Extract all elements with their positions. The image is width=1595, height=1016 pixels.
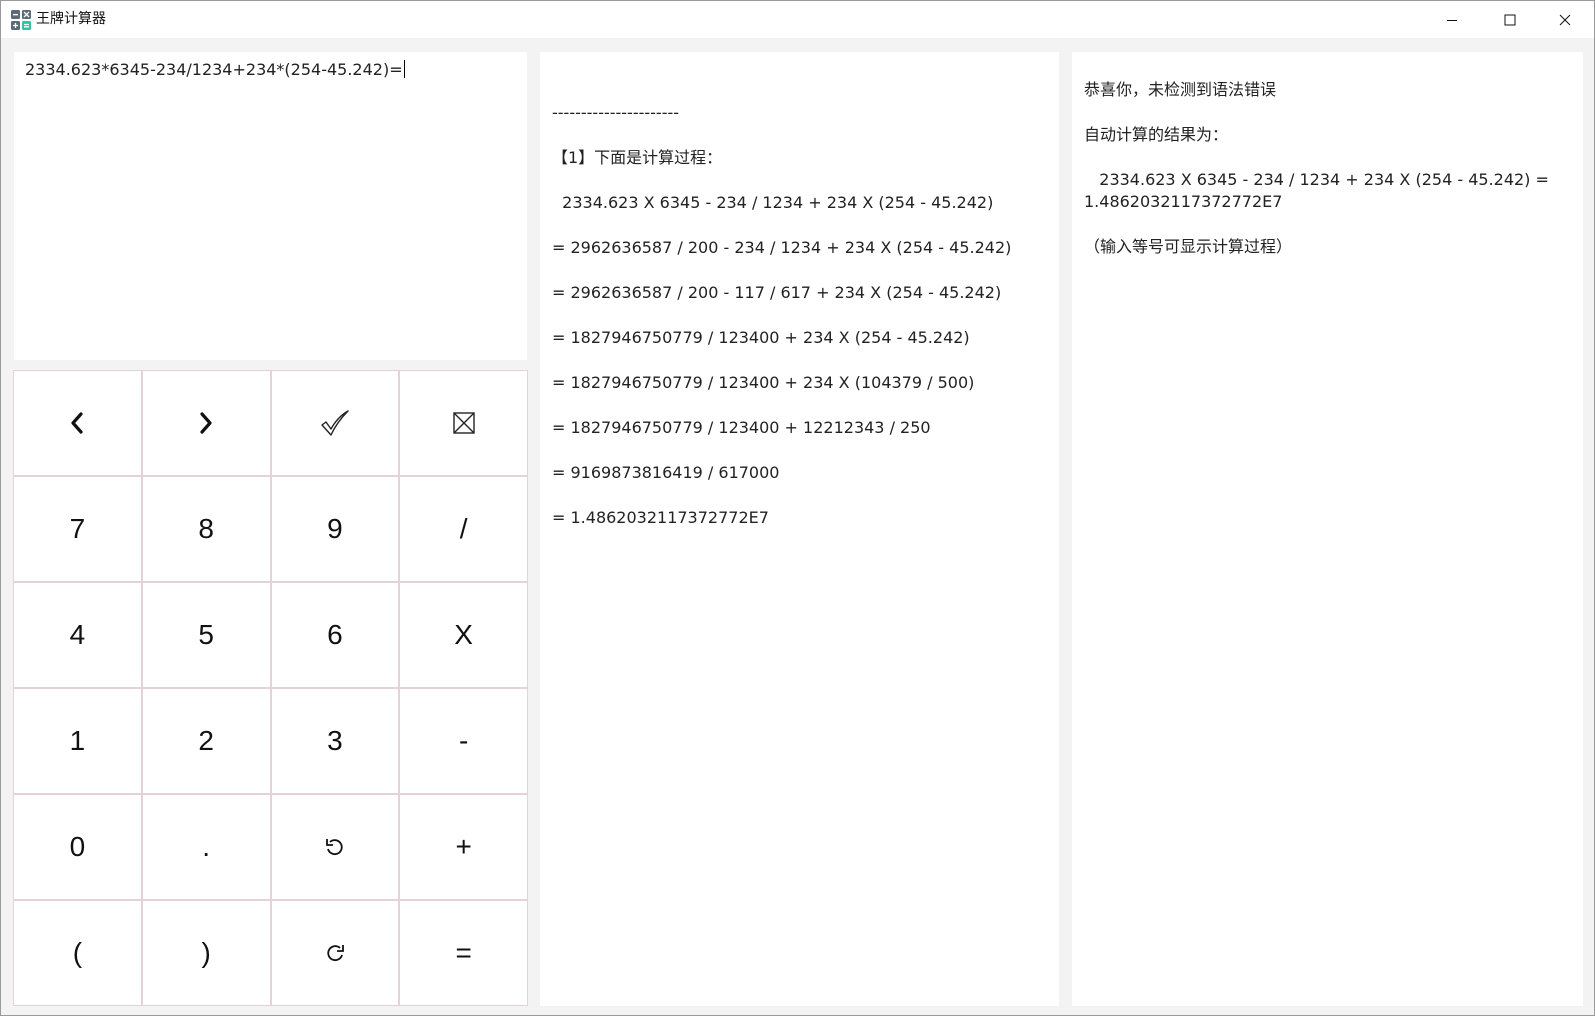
key-5-button[interactable]: 5 bbox=[142, 583, 270, 687]
title-bar: 王牌计算器 bbox=[1, 1, 1594, 38]
check-syntax-button[interactable] bbox=[271, 371, 399, 475]
step-line: = 2962636587 / 200 - 234 / 1234 + 234 X … bbox=[552, 238, 1012, 257]
checkmark-icon bbox=[321, 410, 349, 436]
cursor-right-button[interactable] bbox=[142, 371, 270, 475]
close-paren-button[interactable]: ) bbox=[142, 901, 270, 1005]
syntax-message: 恭喜你，未检测到语法错误 bbox=[1084, 80, 1277, 99]
expression-value: 2334.623*6345-234/1234+234*(254-45.242)= bbox=[25, 60, 403, 79]
key-8-button[interactable]: 8 bbox=[142, 477, 270, 581]
open-paren-button[interactable]: ( bbox=[14, 901, 141, 1005]
key-1-button[interactable]: 1 bbox=[14, 689, 141, 793]
step-line: 2334.623 X 6345 - 234 / 1234 + 234 X (25… bbox=[552, 193, 994, 212]
calculator-window: 王牌计算器 2334.623*6345-234/1234+234*(254-45… bbox=[0, 0, 1595, 1016]
keypad: 7 8 9 / 4 5 6 X 1 2 3 - 0 . + ( ) = bbox=[13, 370, 528, 1006]
step-final-line: = 1.4862032117372772E7 bbox=[552, 508, 769, 527]
redo-button[interactable] bbox=[271, 901, 399, 1005]
multiply-button[interactable]: X bbox=[400, 583, 527, 687]
divide-button[interactable]: / bbox=[400, 477, 527, 581]
calculator-app-icon bbox=[11, 10, 31, 30]
chevron-left-icon bbox=[71, 412, 83, 434]
result-value: 1.4862032117372772E7 bbox=[1084, 192, 1283, 211]
key-6-button[interactable]: 6 bbox=[271, 583, 399, 687]
result-expression: 2334.623 X 6345 - 234 / 1234 + 234 X (25… bbox=[1084, 170, 1549, 189]
expression-input[interactable]: 2334.623*6345-234/1234+234*(254-45.242)= bbox=[14, 52, 527, 360]
close-button[interactable] bbox=[1536, 1, 1594, 38]
cursor-left-button[interactable] bbox=[14, 371, 141, 475]
step-line: = 1827946750779 / 123400 + 12212343 / 25… bbox=[552, 418, 931, 437]
step-line: = 1827946750779 / 123400 + 234 X (254 - … bbox=[552, 328, 970, 347]
delete-button[interactable] bbox=[400, 371, 527, 475]
undo-button[interactable] bbox=[271, 795, 399, 899]
window-title: 王牌计算器 bbox=[36, 11, 106, 27]
subtract-button[interactable]: - bbox=[400, 689, 527, 793]
result-panel: 恭喜你，未检测到语法错误 自动计算的结果为： 2334.623 X 6345 -… bbox=[1072, 52, 1583, 1006]
add-button[interactable]: + bbox=[400, 795, 527, 899]
text-caret bbox=[403, 60, 405, 78]
redo-icon bbox=[327, 945, 344, 962]
calculation-steps-panel: ---------------------- 【1】下面是计算过程： 2334.… bbox=[540, 52, 1059, 1006]
steps-separator: ---------------------- bbox=[552, 103, 680, 122]
step-line: = 9169873816419 / 617000 bbox=[552, 463, 780, 482]
hint-text: （输入等号可显示计算过程） bbox=[1084, 237, 1293, 256]
step-line: = 2962636587 / 200 - 117 / 617 + 234 X (… bbox=[552, 283, 1002, 302]
undo-icon bbox=[325, 839, 343, 856]
chevron-right-icon bbox=[200, 412, 212, 434]
box-x-icon bbox=[452, 412, 475, 434]
key-2-button[interactable]: 2 bbox=[142, 689, 270, 793]
step-line: = 1827946750779 / 123400 + 234 X (104379… bbox=[552, 373, 975, 392]
result-heading: 自动计算的结果为： bbox=[1084, 125, 1229, 144]
key-9-button[interactable]: 9 bbox=[271, 477, 399, 581]
key-0-button[interactable]: 0 bbox=[14, 795, 141, 899]
decimal-point-button[interactable]: . bbox=[142, 795, 270, 899]
key-7-button[interactable]: 7 bbox=[14, 477, 141, 581]
key-4-button[interactable]: 4 bbox=[14, 583, 141, 687]
minimize-button[interactable] bbox=[1423, 1, 1481, 38]
key-3-button[interactable]: 3 bbox=[271, 689, 399, 793]
maximize-icon bbox=[1504, 14, 1516, 25]
close-icon bbox=[1559, 14, 1571, 25]
minimize-icon bbox=[1447, 19, 1457, 21]
expression-text-wrap: 2334.623*6345-234/1234+234*(254-45.242)= bbox=[25, 60, 405, 79]
equals-button[interactable]: = bbox=[400, 901, 527, 1005]
calculation-steps: ---------------------- 【1】下面是计算过程： 2334.… bbox=[552, 102, 1051, 552]
maximize-button[interactable] bbox=[1481, 1, 1539, 38]
result-content: 恭喜你，未检测到语法错误 自动计算的结果为： 2334.623 X 6345 -… bbox=[1084, 79, 1573, 258]
steps-heading: 【1】下面是计算过程： bbox=[552, 148, 723, 167]
